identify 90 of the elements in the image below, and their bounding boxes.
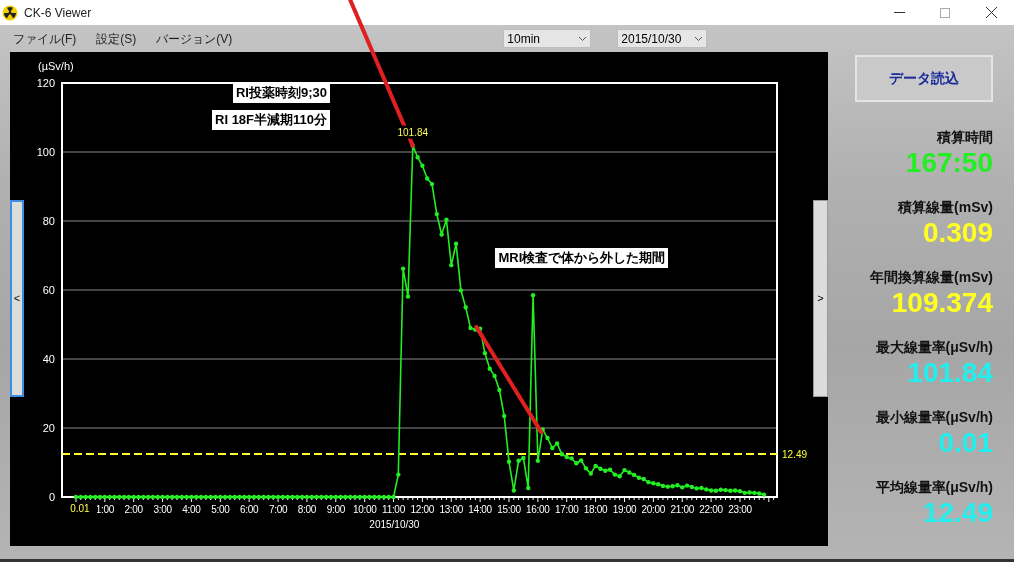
axis-tick-label: 12:00 — [410, 504, 435, 515]
stat-value: 12.49 — [922, 496, 993, 530]
axis-tick-label: 21:00 — [670, 504, 694, 515]
menu-item[interactable]: バージョン(V) — [156, 29, 233, 48]
data-point — [415, 155, 420, 160]
axis-tick-label: 9:00 — [326, 504, 345, 515]
annotation: 0.01 — [70, 502, 91, 514]
axis-tick-label: 2:00 — [124, 504, 143, 515]
data-point — [530, 293, 536, 298]
data-point — [502, 413, 507, 419]
note-label: RI 18F半減期110分 — [212, 109, 330, 130]
data-point — [482, 350, 488, 356]
axis-tick-label: 100 — [36, 146, 55, 158]
stat-value: 0.01 — [938, 426, 993, 460]
data-point — [506, 459, 512, 464]
value-label: 101.84 — [395, 125, 430, 139]
interval-select[interactable]: 10min — [503, 29, 592, 48]
stat-label: 平均線量率(μSv/h) — [875, 478, 993, 496]
data-point — [439, 232, 444, 237]
axis-tick-label: 18:00 — [583, 504, 608, 515]
data-point — [540, 427, 545, 432]
data-point — [463, 305, 468, 310]
axis-tick-label: 7:00 — [268, 504, 288, 515]
load-data-button[interactable]: データ読込 — [855, 55, 993, 102]
maximize-icon — [940, 7, 950, 18]
axis-tick-label: 13:00 — [439, 504, 463, 515]
note-label: RI投薬時刻9;30 — [233, 83, 330, 103]
data-point — [487, 366, 492, 371]
axis-tick-label: 1:00 — [95, 504, 114, 515]
stat-label: 積算線量(mSv) — [898, 198, 993, 216]
stat-value: 101.84 — [907, 356, 993, 390]
axis-tick-label: 10:00 — [352, 504, 377, 515]
stat-label: 最大線量率(μSv/h) — [875, 338, 993, 356]
axis-tick-label: 5:00 — [211, 504, 230, 515]
data-point — [396, 472, 401, 477]
menu-item[interactable]: 設定(S) — [96, 29, 137, 48]
axis-tick-label: 0 — [48, 491, 55, 503]
axis-tick-label: 80 — [42, 215, 55, 227]
axis-tick-label: 17:00 — [554, 504, 579, 515]
axis-tick-label: 19:00 — [612, 504, 637, 515]
axis-tick-label: 8:00 — [297, 504, 317, 515]
data-point — [420, 163, 425, 168]
data-point — [453, 241, 459, 246]
x-axis-title: 2015/10/30 — [369, 519, 420, 530]
axis-tick-label: 120 — [36, 77, 55, 89]
note-label: MRI検査で体から外した期間 — [495, 247, 669, 268]
scroll-left-button[interactable]: < — [10, 200, 24, 397]
minimize-icon — [893, 12, 905, 13]
axis-tick-label: 4:00 — [182, 504, 201, 515]
axis-tick-label: 20:00 — [641, 504, 666, 515]
stat-label: 最小線量率(μSv/h) — [875, 408, 993, 426]
window-title: CK-6 Viewer — [24, 4, 92, 22]
stat-value: 0.309 — [922, 216, 993, 250]
date-select[interactable]: 2015/10/30 — [617, 29, 708, 48]
close-icon — [985, 7, 997, 18]
axis-tick-label: 23:00 — [728, 504, 752, 515]
stat-label: 年間換算線量(mSv) — [870, 268, 993, 286]
data-point — [434, 211, 439, 217]
axis-tick-label: 16:00 — [526, 504, 550, 515]
stat-value: 109.374 — [891, 286, 993, 320]
average-value-label: 12.49 — [782, 448, 808, 460]
data-point — [497, 387, 502, 393]
data-point — [410, 143, 415, 148]
menu-item[interactable]: ファイル(F) — [13, 29, 77, 48]
axis-tick-label: 60 — [42, 284, 55, 296]
data-point — [405, 294, 411, 299]
data-point — [400, 266, 406, 271]
data-point — [511, 488, 516, 493]
data-point — [449, 262, 454, 268]
axis-tick-label: 22:00 — [699, 504, 723, 515]
data-point — [526, 485, 531, 491]
axis-tick-label: 20 — [42, 422, 55, 434]
chevron-down-icon — [694, 35, 704, 42]
data-point — [492, 373, 497, 379]
data-point — [458, 288, 464, 293]
axis-tick-label: 6:00 — [240, 504, 259, 515]
y-axis-title: (µSv/h) — [38, 60, 74, 72]
axis-tick-label: 40 — [42, 353, 55, 365]
stat-value: 167:50 — [905, 146, 993, 180]
axis-tick-label: 3:00 — [153, 504, 172, 515]
axis-tick-label: 15:00 — [497, 504, 521, 515]
data-point — [545, 435, 550, 441]
scroll-right-button[interactable]: > — [813, 200, 828, 397]
stat-label: 積算時間 — [937, 128, 993, 146]
axis-tick-label: 14:00 — [468, 504, 492, 515]
chevron-down-icon — [578, 35, 588, 42]
axis-tick-label: 11:00 — [382, 504, 405, 515]
data-point — [535, 458, 541, 463]
radiation-icon — [2, 4, 18, 21]
data-point — [444, 217, 449, 222]
